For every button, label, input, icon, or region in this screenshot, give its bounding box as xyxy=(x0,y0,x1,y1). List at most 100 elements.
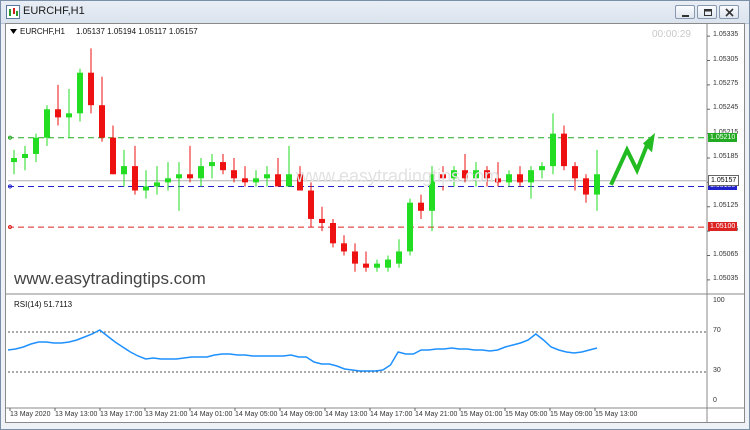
candle xyxy=(418,194,424,219)
time-label: 14 May 05:00 xyxy=(235,411,278,418)
candle-body xyxy=(66,113,72,118)
rsi-label: RSI(14) 51.7113 xyxy=(14,300,73,309)
candle-body xyxy=(517,174,523,183)
time-label: 15 May 05:00 xyxy=(505,411,548,418)
candle xyxy=(187,145,193,183)
candle-body xyxy=(319,218,325,223)
candle xyxy=(308,182,314,228)
candle-body xyxy=(242,178,248,183)
trend-arrow-icon xyxy=(609,132,655,186)
candle-body xyxy=(187,174,193,179)
candle xyxy=(231,158,237,183)
time-label: 13 May 13:00 xyxy=(55,411,98,418)
candle xyxy=(242,166,248,187)
candle-body xyxy=(506,174,512,183)
rsi-axis-label: 100 xyxy=(713,297,725,304)
price-chart[interactable] xyxy=(6,24,744,422)
candle-body xyxy=(330,223,336,244)
price-label: 1.05185 xyxy=(713,153,739,160)
candle xyxy=(385,255,391,272)
candle-body xyxy=(594,174,600,195)
chart-menu-icon[interactable] xyxy=(10,28,18,36)
price-label: 1.05065 xyxy=(713,250,739,258)
ohlc-values: 1.05137 1.05194 1.05117 1.05157 xyxy=(76,27,198,36)
candle xyxy=(407,198,413,256)
candle xyxy=(374,259,380,272)
candle-body xyxy=(209,162,215,167)
price-label: 1.05305 xyxy=(713,55,739,63)
candle-body xyxy=(275,174,281,187)
candle xyxy=(88,48,94,114)
time-label: 14 May 21:00 xyxy=(415,411,458,418)
candle-body xyxy=(121,166,127,175)
candle-body xyxy=(22,153,28,158)
restore-icon xyxy=(704,9,712,16)
chart-area[interactable]: EURCHF,H1 1.05137 1.05194 1.05117 1.0515… xyxy=(5,23,745,423)
chart-window-icon xyxy=(6,5,20,19)
candle xyxy=(561,125,567,171)
candle xyxy=(275,158,281,187)
time-label: 14 May 17:00 xyxy=(370,411,413,418)
time-label: 13 May 2020 xyxy=(10,411,51,418)
window-title: EURCHF,H1 xyxy=(23,5,85,17)
minimize-button[interactable] xyxy=(675,5,695,19)
candle-body xyxy=(528,170,534,183)
price-label: 1.05035 xyxy=(713,274,739,282)
time-label: 13 May 21:00 xyxy=(145,411,188,418)
candle-body xyxy=(352,251,358,264)
minimize-icon xyxy=(682,15,689,17)
candle-body xyxy=(341,243,347,252)
candle-body xyxy=(88,72,94,106)
candle xyxy=(33,133,39,163)
candle-body xyxy=(154,182,160,187)
candle xyxy=(143,170,149,199)
candle-body xyxy=(11,158,17,163)
candle-body xyxy=(220,162,226,171)
price-label: 1.05275 xyxy=(713,79,739,87)
candle xyxy=(363,251,369,272)
candle-body xyxy=(176,174,182,179)
candle xyxy=(209,153,215,179)
candle xyxy=(264,166,270,187)
candle xyxy=(55,84,61,126)
rsi-axis-label: 30 xyxy=(713,367,721,374)
candle xyxy=(220,153,226,175)
time-label: 15 May 01:00 xyxy=(460,411,503,418)
candle-body xyxy=(583,178,589,195)
candle-body xyxy=(198,166,204,179)
candle xyxy=(77,68,83,122)
candle-body xyxy=(385,259,391,268)
current-price-tag: 1.05157 xyxy=(708,174,740,186)
candle xyxy=(341,235,347,256)
title-bar[interactable]: EURCHF,H1 xyxy=(1,1,749,24)
candle xyxy=(594,149,600,211)
price-label: 1.05335 xyxy=(713,31,739,39)
candle xyxy=(517,166,523,187)
candle xyxy=(66,88,72,138)
time-label: 14 May 01:00 xyxy=(190,411,233,418)
candle-body xyxy=(418,202,424,211)
watermark-faint: www.easytradingtips.com xyxy=(296,166,500,186)
rsi-axis-label: 0 xyxy=(713,397,717,404)
candle xyxy=(396,239,402,268)
candle-body xyxy=(132,166,138,191)
bar-countdown: 00:00:29 xyxy=(652,29,691,40)
candle-body xyxy=(286,174,292,187)
close-button[interactable] xyxy=(719,5,739,19)
candle-body xyxy=(561,133,567,167)
terminal-window: EURCHF,H1 EURCHF,H1 1.05137 1.05194 1.05… xyxy=(0,0,750,430)
time-label: 13 May 17:00 xyxy=(100,411,143,418)
candle-body xyxy=(407,202,413,252)
candle xyxy=(550,113,556,175)
candle-body xyxy=(550,133,556,167)
time-label: 15 May 09:00 xyxy=(550,411,593,418)
time-label: 15 May 13:00 xyxy=(595,411,638,418)
red-level-tag: 1.05100 xyxy=(708,222,738,232)
candle-body xyxy=(363,263,369,268)
candle-body xyxy=(253,178,259,183)
candle xyxy=(286,145,292,187)
restore-button[interactable] xyxy=(697,5,717,19)
candle-body xyxy=(55,109,61,118)
candle-body xyxy=(264,174,270,179)
arrow-shaft xyxy=(609,139,651,186)
